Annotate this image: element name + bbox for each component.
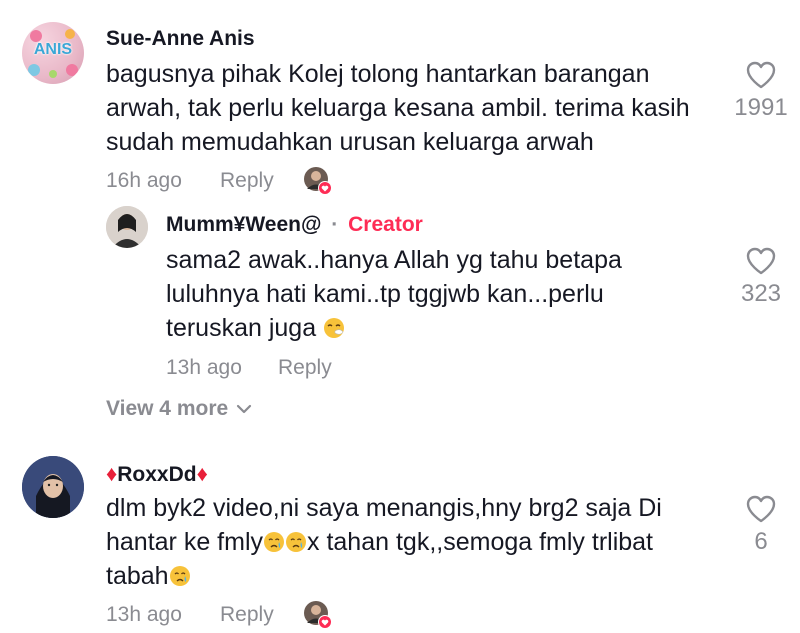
creator-liked-badge — [303, 600, 333, 630]
username-text: Mumm¥Ween@ — [166, 213, 322, 236]
reply-button[interactable]: Reply — [220, 169, 274, 193]
heart-badge-icon — [304, 601, 332, 629]
heart-outline-icon — [746, 247, 776, 275]
view-more-replies-button[interactable]: View 4 more — [106, 397, 252, 421]
crying-face-emoji-icon — [286, 532, 307, 552]
avatar[interactable]: ANIS — [22, 22, 84, 84]
crying-face-emoji-icon — [169, 566, 190, 586]
diamond-icon: ♦ — [106, 461, 118, 486]
like-count: 323 — [740, 280, 782, 307]
separator: · — [331, 213, 339, 236]
avatar[interactable] — [22, 456, 84, 518]
diamond-icon: ♦ — [196, 461, 208, 486]
like-count: 6 — [754, 528, 768, 555]
like-button[interactable]: 323 — [729, 246, 793, 308]
like-button[interactable]: 1991 — [729, 60, 793, 122]
comment-line: hantar ke fmly x tahan tgk,,semoga fmly … — [106, 525, 716, 559]
timestamp: 13h ago — [166, 356, 242, 379]
like-count: 1991 — [734, 94, 788, 121]
avatar[interactable] — [106, 206, 148, 248]
timestamp: 13h ago — [106, 603, 182, 626]
reply-button[interactable]: Reply — [220, 603, 274, 627]
comment-text-segment: hantar ke fmly — [106, 528, 264, 556]
like-button[interactable]: 6 — [729, 494, 793, 556]
comment-text: dlm byk2 video,ni saya menangis,hny brg2… — [106, 491, 716, 593]
creator-liked-badge — [303, 166, 333, 196]
sneezing-face-emoji-icon — [324, 318, 345, 338]
comment-line: dlm byk2 video,ni saya menangis,hny brg2… — [106, 494, 662, 522]
heart-outline-icon — [746, 495, 776, 523]
creator-label: Creator — [348, 213, 423, 236]
avatar-image — [22, 456, 84, 518]
comment-line: tabah — [106, 559, 716, 593]
reply-button[interactable]: Reply — [278, 356, 332, 380]
comment-text: sama2 awak..hanya Allah yg tahu betapa l… — [166, 243, 686, 345]
chevron-down-icon — [237, 404, 252, 414]
timestamp: 16h ago — [106, 169, 182, 192]
comment-text-segment: tabah — [106, 562, 169, 590]
username[interactable]: Sue-Anne Anis — [106, 27, 255, 51]
heart-badge-icon — [304, 167, 332, 195]
username-text: RoxxDd — [117, 463, 197, 486]
view-more-label: View 4 more — [106, 397, 229, 420]
comment-text-body: sama2 awak..hanya Allah yg tahu betapa l… — [166, 246, 622, 342]
avatar-text: ANIS — [33, 41, 73, 58]
comment-text-segment: x tahan tgk,,semoga fmly trlibat — [307, 528, 653, 556]
username[interactable]: Mumm¥Ween@ · Creator — [166, 213, 423, 237]
heart-outline-icon — [746, 61, 776, 89]
crying-face-emoji-icon — [264, 532, 285, 552]
username[interactable]: ♦RoxxDd♦ — [106, 461, 208, 487]
avatar-image — [106, 206, 148, 248]
comment-text: bagusnya pihak Kolej tolong hantarkan ba… — [106, 60, 690, 156]
